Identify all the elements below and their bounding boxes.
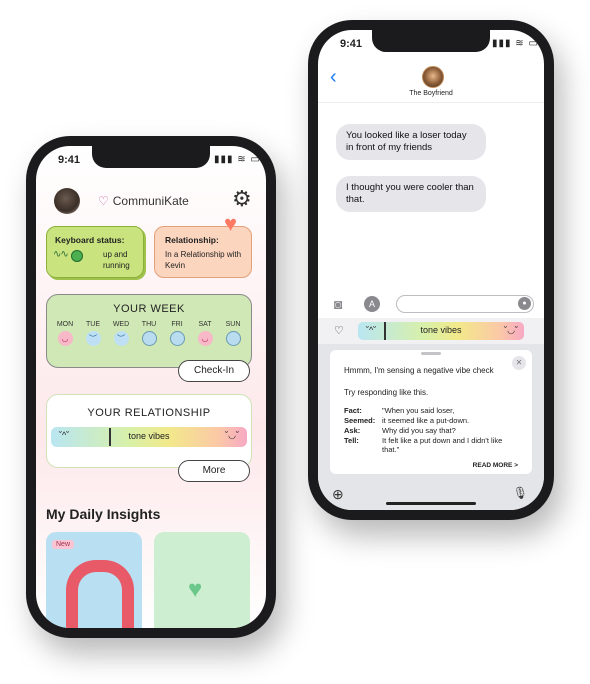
week-day-mon[interactable]: MON ◡ [53,321,77,346]
your-relationship-card: YOUR RELATIONSHIP ˘^˘ tone vibes ˘◡˘ [46,394,252,468]
daily-insights-title: My Daily Insights [46,506,161,522]
week-day-label: WED [112,321,130,328]
sad-face-icon: ︶ [85,331,101,346]
sheet-heading: Hmmm, I'm sensing a negative vibe check [344,366,494,375]
sheet-grabber[interactable] [421,352,441,355]
week-day-sat[interactable]: SAT ◡ [193,321,217,346]
heart-icon: ♥ [224,211,238,236]
right-notch [372,30,490,52]
none-face-icon [169,331,185,346]
check-in-button[interactable]: Check-In [178,360,250,382]
status-dot-icon [71,250,83,262]
left-notch [92,146,210,168]
mic-icon[interactable]: ● [518,297,531,310]
message-bubble: You looked like a loser today in front o… [336,124,486,160]
back-chevron-icon[interactable]: ‹ [330,66,337,89]
message-bubble: I thought you were cooler than that. [336,176,486,212]
none-face-icon [225,331,241,346]
right-status-icons: ▮▮▮ ≋ ▭ [492,38,539,49]
gear-icon[interactable]: ⚙ [232,186,252,212]
tone-vibes-row: ♡ ˘^˘ tone vibes ˘◡˘ [318,318,544,344]
row-value: Why did you say that? [382,426,456,435]
week-day-thu[interactable]: THU [137,321,161,346]
happy-face-icon: ◡ [197,331,213,346]
row-key: Tell: [344,436,359,445]
keyboard-status-card[interactable]: Keyboard status: ∿∿ up and running [46,226,144,278]
tone-vibes-bar: ˘^˘ tone vibes ˘◡˘ [51,427,247,447]
profile-avatar[interactable] [54,188,80,214]
your-week-title: YOUR WEEK [113,303,185,315]
smile-face-icon: ˘◡˘ [225,430,239,440]
row-key: Seemed: [344,416,376,425]
right-status-time: 9:41 [340,38,363,50]
magnet-icon [66,560,134,628]
week-day-label: FRI [171,321,183,328]
insight-card-magnet[interactable]: New [46,532,142,628]
row-value: it seemed like a put-down. [382,416,470,425]
none-face-icon [141,331,157,346]
tone-vibes-label: tone vibes [420,325,462,335]
keyboard-status-value: up and running [103,250,130,270]
camera-icon[interactable]: ◙ [334,296,342,312]
suggestion-row: Ask: Why did you say that? [344,426,524,435]
week-day-label: THU [141,321,157,328]
left-phone-screen: 9:41 ▮▮▮ ≋ ▭ ♡ CommuniKate ⚙ Keyboard sta… [36,146,266,628]
brand-logo-icon: ♡ [98,194,109,208]
new-badge: New [52,540,75,549]
your-relationship-title: YOUR RELATIONSHIP [87,407,211,419]
week-days: MON ◡ TUE ︶ WED ︶ THU FRI SAT ◡ SUN [53,321,245,346]
compose-toolbar: ◙ A ● [318,290,544,318]
right-phone: 9:41 ▮▮▮ ≋ ▭ ‹ The Boyfriend You looked … [308,20,554,520]
week-day-wed[interactable]: WED ︶ [109,321,133,346]
week-day-fri[interactable]: FRI [165,321,189,346]
insight-card-heart[interactable]: ♥ [154,532,250,628]
right-phone-screen: 9:41 ▮▮▮ ≋ ▭ ‹ The Boyfriend You looked … [318,30,544,510]
keyboard-status-title: Keyboard status: [55,235,125,245]
happy-face-icon: ◡ [57,331,73,346]
heart-leaf-icon: ♥ [188,576,203,603]
left-phone: 9:41 ▮▮▮ ≋ ▭ ♡ CommuniKate ⚙ Keyboard sta… [26,136,276,638]
suggestion-row: Fact: "When you said loser, [344,406,524,415]
suggestion-row: Seemed: it seemed like a put-down. [344,416,524,425]
week-day-label: SUN [225,321,241,328]
row-key: Ask: [344,426,361,435]
left-status-icons: ▮▮▮ ≋ ▭ [214,154,261,165]
wave-icon: ∿∿ [53,249,69,260]
brand-name: CommuniKate [112,194,189,208]
contact-name: The Boyfriend [409,90,453,97]
app-store-icon[interactable]: A [364,296,380,312]
sheet-subheading: Try responding like this. [344,388,429,397]
message-input[interactable]: ● [396,295,534,313]
tone-vibes-bar: ˘^˘ tone vibes ˘◡˘ [358,322,524,340]
row-key: Fact: [344,406,362,415]
app-brand: ♡ CommuniKate [98,194,189,208]
week-day-tue[interactable]: TUE ︶ [81,321,105,346]
keyboard-panel: ✕ Hmmm, I'm sensing a negative vibe chec… [318,344,544,510]
left-status-time: 9:41 [58,154,81,166]
row-value: "When you said loser, [382,406,455,415]
communikate-logo-icon[interactable]: ♡ [334,324,344,337]
sad-face-icon: ︶ [113,331,129,346]
relationship-status: In a Relationship with Kevin [165,250,242,270]
close-icon[interactable]: ✕ [512,356,526,370]
suggestion-row: Tell: It felt like a put down and I didn'… [344,436,524,454]
relationship-title: Relationship: [165,235,219,245]
week-day-sun[interactable]: SUN [221,321,245,346]
globe-icon[interactable]: ⊕ [332,486,344,503]
week-day-label: TUE [86,321,100,328]
home-indicator[interactable] [386,502,476,505]
suggestion-sheet: ✕ Hmmm, I'm sensing a negative vibe chec… [330,350,532,474]
week-day-label: MON [56,321,74,328]
more-button[interactable]: More [178,460,250,482]
contact-avatar[interactable] [422,66,444,88]
your-week-card: YOUR WEEK MON ◡ TUE ︶ WED ︶ THU FRI SAT ◡ SUN [46,294,252,368]
tone-vibes-label: tone vibes [128,431,170,441]
dictation-mic-icon[interactable]: 🎙 [513,486,528,500]
smile-face-icon: ˘◡˘ [504,325,518,335]
week-day-label: SAT [198,321,212,328]
read-more-link[interactable]: READ MORE > [473,462,518,469]
row-value: It felt like a put down and I didn't lik… [382,436,503,454]
